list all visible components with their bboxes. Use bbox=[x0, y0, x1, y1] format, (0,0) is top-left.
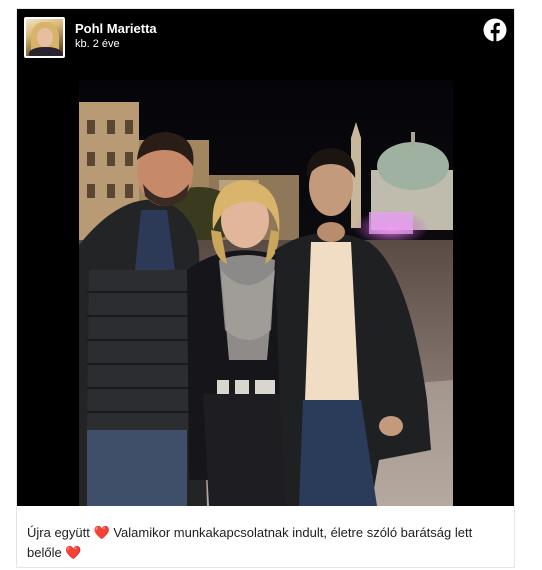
post-photo[interactable] bbox=[79, 80, 453, 506]
post-caption: Újra együtt ❤️ Valamikor munkakapcsolatn… bbox=[27, 523, 507, 563]
red-heart-icon: ❤️ bbox=[65, 545, 82, 560]
embedded-post-card: Pohl Marietta kb. 2 éve Újra együtt ❤️ V… bbox=[16, 8, 515, 568]
caption-text-start: Újra együtt bbox=[27, 525, 90, 540]
post-header: Pohl Marietta kb. 2 éve bbox=[24, 17, 514, 65]
post-media[interactable]: Pohl Marietta kb. 2 éve bbox=[17, 9, 514, 506]
facebook-logo-icon[interactable] bbox=[483, 18, 507, 42]
author-avatar[interactable] bbox=[24, 17, 65, 58]
red-heart-icon: ❤️ bbox=[93, 525, 110, 540]
author-name-link[interactable]: Pohl Marietta bbox=[75, 22, 157, 35]
author-info: Pohl Marietta kb. 2 éve bbox=[75, 22, 157, 50]
post-timestamp-link[interactable]: kb. 2 éve bbox=[75, 39, 157, 50]
